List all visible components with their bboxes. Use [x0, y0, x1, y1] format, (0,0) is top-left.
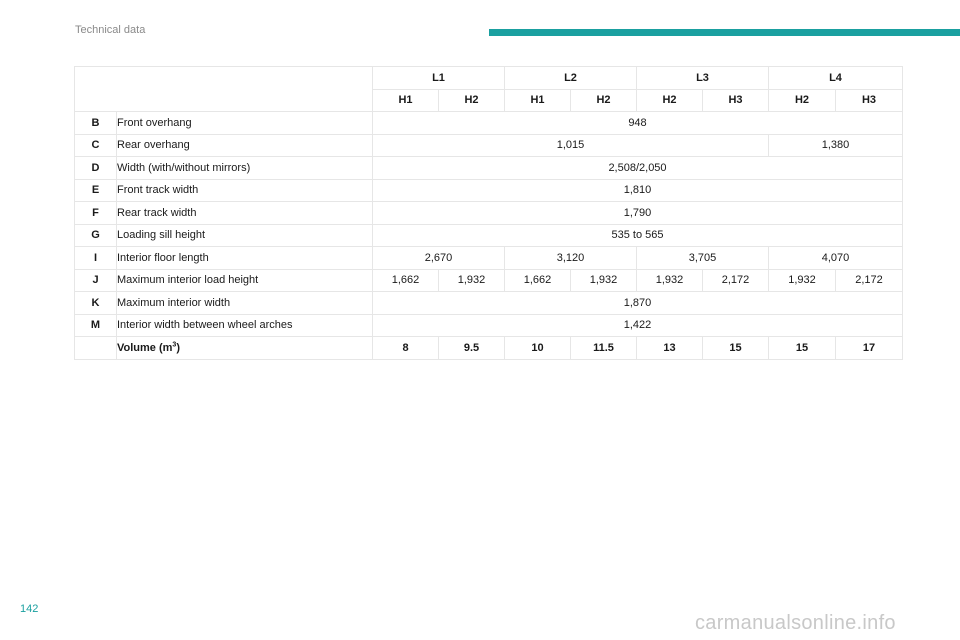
height-header: H1 [372, 88, 439, 112]
section-title: Technical data [75, 24, 146, 36]
height-header: H2 [438, 88, 505, 112]
row-letter: G [74, 223, 117, 247]
volume-label: Volume (m3) [116, 336, 373, 360]
volume-value: 11.5 [570, 336, 637, 360]
row-value: 3,705 [636, 246, 769, 270]
technical-data-table: L1 L2 L3 L4 H1 H2 H1 H2 H2 H3 H2 H3 B Fr… [74, 66, 903, 360]
height-header: H3 [835, 88, 903, 112]
row-letter: M [74, 313, 117, 337]
row-value: 1,810 [372, 178, 903, 202]
row-value: 1,932 [438, 268, 505, 292]
row-value: 4,070 [768, 246, 903, 270]
row-label: Interior floor length [116, 246, 373, 270]
row-value: 535 to 565 [372, 223, 903, 247]
row-value: 1,662 [504, 268, 571, 292]
row-label: Rear track width [116, 201, 373, 225]
table-row: J Maximum interior load height 1,662 1,9… [74, 268, 903, 292]
height-header: H1 [504, 88, 571, 112]
volume-row: Volume (m3) 8 9.5 10 11.5 13 15 15 17 [74, 336, 903, 360]
length-header-row: L1 L2 L3 L4 [74, 66, 903, 112]
row-letter: B [74, 111, 117, 135]
row-value: 2,670 [372, 246, 505, 270]
row-letter: I [74, 246, 117, 270]
row-value: 1,422 [372, 313, 903, 337]
length-header-l3: L3 [636, 66, 769, 90]
volume-label-close: ) [176, 341, 180, 354]
row-value: 1,932 [570, 268, 637, 292]
empty-letter-cell [74, 336, 117, 360]
table-row: M Interior width between wheel arches 1,… [74, 313, 903, 337]
height-header: H2 [768, 88, 836, 112]
volume-value: 9.5 [438, 336, 505, 360]
length-header-l2: L2 [504, 66, 637, 90]
table-row: F Rear track width 1,790 [74, 201, 903, 225]
row-value: 1,790 [372, 201, 903, 225]
row-letter: D [74, 156, 117, 180]
volume-value: 10 [504, 336, 571, 360]
row-label: Front track width [116, 178, 373, 202]
volume-label-text: Volume (m [117, 341, 173, 354]
table-row: I Interior floor length 2,670 3,120 3,70… [74, 246, 903, 270]
empty-corner-cell [74, 66, 373, 112]
row-value: 948 [372, 111, 903, 135]
header-accent-bar [489, 29, 960, 36]
row-value: 1,932 [636, 268, 703, 292]
row-value: 2,508/2,050 [372, 156, 903, 180]
length-header-l4: L4 [768, 66, 903, 90]
row-value: 2,172 [702, 268, 769, 292]
row-letter: J [74, 268, 117, 292]
row-letter: K [74, 291, 117, 315]
row-value: 1,870 [372, 291, 903, 315]
row-label: Front overhang [116, 111, 373, 135]
watermark: carmanualsonline.info [695, 612, 896, 634]
row-value: 1,015 [372, 133, 769, 157]
row-value: 3,120 [504, 246, 637, 270]
row-label: Interior width between wheel arches [116, 313, 373, 337]
row-letter: E [74, 178, 117, 202]
table-row: E Front track width 1,810 [74, 178, 903, 202]
row-label: Rear overhang [116, 133, 373, 157]
volume-value: 15 [702, 336, 769, 360]
page-number: 142 [20, 603, 39, 615]
table-row: K Maximum interior width 1,870 [74, 291, 903, 315]
row-label: Maximum interior load height [116, 268, 373, 292]
row-label: Width (with/without mirrors) [116, 156, 373, 180]
row-label: Maximum interior width [116, 291, 373, 315]
row-value: 2,172 [835, 268, 903, 292]
length-header-l1: L1 [372, 66, 505, 90]
volume-value: 8 [372, 336, 439, 360]
table-row: C Rear overhang 1,015 1,380 [74, 133, 903, 157]
height-header: H3 [702, 88, 769, 112]
row-value: 1,662 [372, 268, 439, 292]
table-row: D Width (with/without mirrors) 2,508/2,0… [74, 156, 903, 180]
table-row: B Front overhang 948 [74, 111, 903, 135]
table-row: G Loading sill height 535 to 565 [74, 223, 903, 247]
volume-value: 17 [835, 336, 903, 360]
row-value: 1,380 [768, 133, 903, 157]
row-letter: C [74, 133, 117, 157]
volume-value: 13 [636, 336, 703, 360]
volume-value: 15 [768, 336, 836, 360]
height-header: H2 [570, 88, 637, 112]
row-label: Loading sill height [116, 223, 373, 247]
height-header: H2 [636, 88, 703, 112]
row-value: 1,932 [768, 268, 836, 292]
row-letter: F [74, 201, 117, 225]
